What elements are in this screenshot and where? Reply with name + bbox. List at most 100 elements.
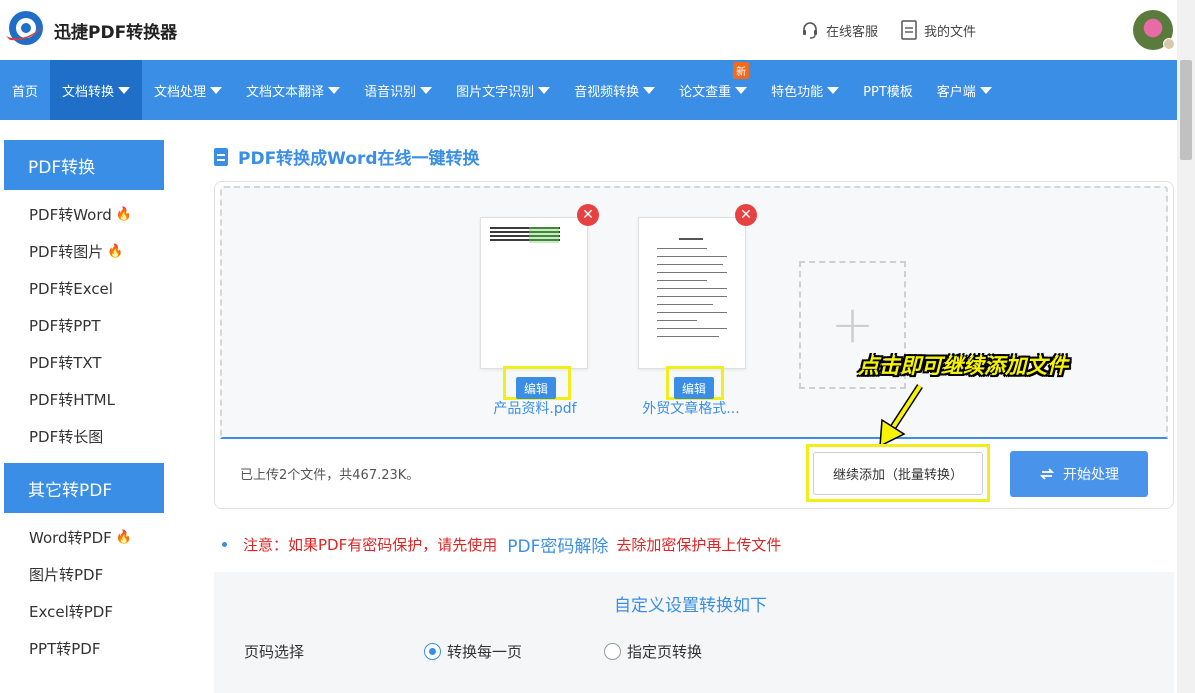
notice-prefix: 注意：如果PDF有密码保护，请先使用 [243,536,498,554]
radio-convert-specific-label: 指定页转换 [627,643,703,661]
nav-item-label: 音视频转换 [574,84,640,100]
sidebar-item-label: 图片转PDF [29,566,104,584]
sidebar: PDF转换 PDF转Word 🔥 PDF转图片 🔥 PDF转Excel PDF转PPT PD… [4,140,164,675]
chevron-down-icon [118,86,131,94]
chevron-down-icon[interactable] [1163,38,1175,50]
sidebar-item-label: PDF转图片 [29,243,104,261]
chevron-down-icon [979,86,992,94]
password-notice: 注意：如果PDF有密码保护，请先使用 PDF密码解除 去除加密保护再上传文件 [222,532,781,557]
radio-convert-all-label: 转换每一页 [447,643,523,661]
sidebar-item[interactable]: PDF转HTML [4,381,164,418]
edit-button[interactable]: 编辑 [516,377,556,399]
nav-item-label: 图片文字识别 [456,84,535,100]
file-name: 产品资料.pdf [493,401,577,417]
sidebar-item-label: PPT转PDF [29,640,101,658]
sidebar-item[interactable]: PDF转长图 [4,418,164,455]
radio-checked-icon[interactable] [424,643,441,660]
spreadsheet-preview-accent [529,227,559,243]
sidebar-item[interactable]: PDF转Word 🔥 [4,196,164,233]
nav-item[interactable]: 客户端 [925,60,1004,120]
sidebar-other-list: Word转PDF 🔥 图片转PDF Excel转PDF PPT转PDF [4,513,164,675]
chevron-down-icon [538,86,551,94]
fire-icon: 🔥 [107,244,124,259]
file-icon [901,20,917,40]
radio-unchecked-icon[interactable] [604,643,621,660]
sidebar-item-label: PDF转PPT [29,317,101,335]
nav-item[interactable]: 论文查重新 [667,60,759,120]
swap-icon [1039,468,1055,480]
edit-button[interactable]: 编辑 [674,377,714,399]
bullet-icon [222,542,227,547]
brand-name[interactable]: 迅捷PDF转换器 [54,18,177,43]
radio-convert-specific[interactable]: 指定页转换 [604,641,702,662]
sidebar-item-label: PDF转TXT [29,354,102,372]
new-badge: 新 [733,62,750,79]
nav-item-label: 首页 [12,84,39,100]
online-service-label: 在线客服 [826,24,879,40]
remove-file-button[interactable]: ✕ [577,204,599,226]
sidebar-item-label: Word转PDF [29,529,112,547]
start-process-button[interactable]: 开始处理 [1010,451,1148,497]
file-name: 外贸文章格式... [642,401,740,417]
fire-icon: 🔥 [115,207,132,222]
nav-item-label: 文档转换 [62,84,115,100]
page-title: PDF转换成Word在线一键转换 [238,149,480,169]
nav-item-label: PPT模板 [863,84,913,100]
chevron-down-icon [643,86,656,94]
page-select-label: 页码选择 [244,643,305,661]
remove-file-button[interactable]: ✕ [735,204,757,226]
sidebar-section-pdf[interactable]: PDF转换 [4,140,164,190]
chevron-down-icon [420,86,433,94]
nav-item[interactable]: 文档处理 [142,60,234,120]
scrollbar-thumb[interactable] [1180,60,1192,160]
sidebar-item[interactable]: PPT转PDF [4,630,164,667]
sidebar-section-other[interactable]: 其它转PDF [4,463,164,513]
file-thumbnail[interactable] [480,217,588,369]
nav-item-label: 论文查重 [679,84,732,100]
nav-item[interactable]: 特色功能 [759,60,851,120]
page-title-row: PDF转换成Word在线一键转换 [214,144,480,169]
nav-item-label: 客户端 [936,84,976,100]
add-more-button[interactable]: 继续添加（批量转换） [813,452,983,495]
nav-item[interactable]: 图片文字识别 [444,60,562,120]
my-files-link[interactable]: 我的文件 [900,20,976,40]
radio-convert-all[interactable]: 转换每一页 [424,641,522,662]
sidebar-item[interactable]: Excel转PDF [4,593,164,630]
chevron-down-icon [827,86,840,94]
sidebar-item-label: Excel转PDF [29,603,113,621]
chevron-down-icon [735,86,748,94]
notice-suffix: 去除加密保护再上传文件 [616,536,782,554]
my-files-label: 我的文件 [924,24,977,40]
nav-item-label: 特色功能 [771,84,824,100]
settings-title: 自定义设置转换如下 [614,596,767,616]
main-nav: 首页 文档转换 文档处理 文档文本翻译 语音识别 图片文字识别 音视频转换 论文查重新特色功能… [0,60,1177,120]
sidebar-item[interactable]: PDF转PPT [4,307,164,344]
file-thumbnail[interactable] [638,217,746,369]
top-bar: 迅捷PDF转换器 在线客服 我的文件 [0,0,1195,60]
upload-summary: 已上传2个文件，共467.23K。 [240,468,420,483]
nav-item[interactable]: 语音识别 [352,60,444,120]
sidebar-item-label: PDF转Word [29,206,112,224]
document-icon [214,147,228,166]
headset-icon [803,22,817,39]
nav-item[interactable]: 文档文本翻译 [234,60,352,120]
nav-item[interactable]: 首页 [0,60,50,120]
logo-icon[interactable] [4,8,46,50]
nav-item[interactable]: 音视频转换 [562,60,667,120]
sidebar-item[interactable]: 图片转PDF [4,556,164,593]
sidebar-item-label: PDF转Excel [29,280,113,298]
sidebar-item[interactable]: PDF转图片 🔥 [4,233,164,270]
nav-item[interactable]: PPT模板 [851,60,925,120]
online-service-link[interactable]: 在线客服 [800,20,878,40]
plus-icon: + [830,295,875,355]
pdf-unlock-link[interactable]: PDF密码解除 [507,532,608,557]
nav-item[interactable]: 文档转换 [50,60,143,120]
nav-item-label: 文档文本翻译 [246,84,325,100]
sidebar-item-label: PDF转HTML [29,391,115,409]
sidebar-item[interactable]: Word转PDF 🔥 [4,519,164,556]
chevron-down-icon [210,86,223,94]
arrow-annotation-icon [879,384,923,448]
chevron-down-icon [328,86,341,94]
sidebar-item[interactable]: PDF转TXT [4,344,164,381]
sidebar-item[interactable]: PDF转Excel [4,270,164,307]
